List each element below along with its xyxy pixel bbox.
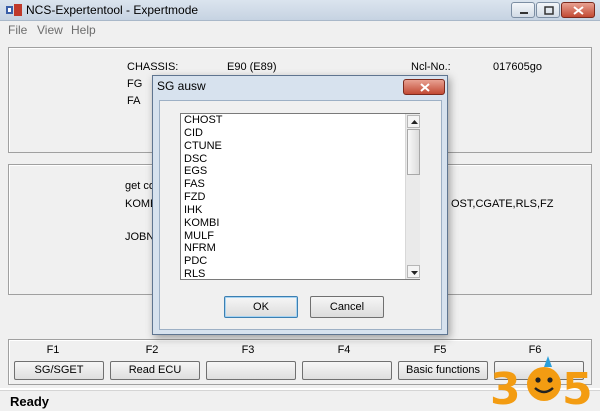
f5-label: F5 [433, 344, 447, 356]
menu-help[interactable]: Help [71, 23, 96, 37]
cancel-button[interactable]: Cancel [310, 296, 384, 318]
window-title: NCS-Expertentool - Expertmode [26, 3, 199, 17]
arrow-up-icon [411, 120, 418, 124]
minimize-icon [520, 12, 528, 14]
dialog-close-button[interactable] [403, 79, 445, 95]
list-item[interactable]: RLS [181, 268, 405, 279]
list-item[interactable]: MULF [181, 230, 405, 243]
svg-text:3: 3 [490, 364, 521, 408]
f5-button[interactable]: Basic functions [398, 361, 488, 380]
f4-button[interactable] [302, 361, 392, 380]
close-icon [420, 83, 430, 92]
app-icon [6, 4, 22, 16]
menu-view[interactable]: View [37, 23, 63, 37]
scroll-up-button[interactable] [407, 115, 420, 128]
maximize-button[interactable] [536, 2, 560, 18]
arrow-down-icon [411, 271, 418, 275]
f4-label: F4 [337, 344, 351, 356]
list-item[interactable]: DSC [181, 153, 405, 166]
menu-bar: File View Help [0, 21, 600, 39]
chassis-value: E90 (E89) [227, 61, 277, 73]
dialog-body: CHOST CID CTUNE DSC EGS FAS FZD IHK KOMB… [159, 100, 442, 330]
ok-button[interactable]: OK [224, 296, 298, 318]
f2-label: F2 [145, 344, 159, 356]
fa-label: FA [127, 95, 141, 107]
minimize-button[interactable] [511, 2, 535, 18]
title-bar: NCS-Expertentool - Expertmode [0, 0, 600, 21]
ncl-label: Ncl-No.: [411, 61, 451, 73]
close-icon [573, 6, 584, 15]
ecu-list: CHOST CID CTUNE DSC EGS FAS FZD IHK KOMB… [181, 114, 405, 279]
watermark-logo: 3 5 [490, 356, 593, 408]
maximize-icon [544, 6, 554, 15]
list-item[interactable]: KOMBI [181, 217, 405, 230]
scroll-thumb[interactable] [407, 129, 420, 175]
f2-button[interactable]: Read ECU [110, 361, 200, 380]
f3-button[interactable] [206, 361, 296, 380]
ncl-value: 017605go [493, 61, 542, 73]
status-text: Ready [10, 394, 50, 409]
list-item[interactable]: PDC [181, 255, 405, 268]
list-scrollbar[interactable] [405, 114, 420, 279]
ecu-listbox[interactable]: CHOST CID CTUNE DSC EGS FAS FZD IHK KOMB… [180, 113, 420, 280]
close-button[interactable] [561, 2, 595, 18]
list-item[interactable]: IHK [181, 204, 405, 217]
fg-label: FG [127, 78, 143, 90]
list-item[interactable]: NFRM [181, 242, 405, 255]
list-item[interactable]: FAS [181, 178, 405, 191]
scroll-down-button[interactable] [407, 265, 420, 278]
list-item[interactable]: FZD [181, 191, 405, 204]
list-item[interactable]: CHOST [181, 114, 405, 127]
ecu-select-dialog: SG ausw CHOST CID CTUNE DSC EGS FAS FZD … [152, 75, 448, 335]
f3-label: F3 [241, 344, 255, 356]
chassis-label: CHASSIS: [127, 61, 179, 73]
get-coding-label: get co [125, 180, 155, 192]
f1-button[interactable]: SG/SGET [14, 361, 104, 380]
menu-file[interactable]: File [8, 23, 27, 37]
ecu-list-text: OST,CGATE,RLS,FZ [451, 198, 554, 210]
dialog-title: SG ausw [157, 79, 206, 93]
f1-label: F1 [46, 344, 60, 356]
list-item[interactable]: EGS [181, 165, 405, 178]
svg-text:5: 5 [562, 364, 593, 408]
list-item[interactable]: CID [181, 127, 405, 140]
list-item[interactable]: CTUNE [181, 140, 405, 153]
